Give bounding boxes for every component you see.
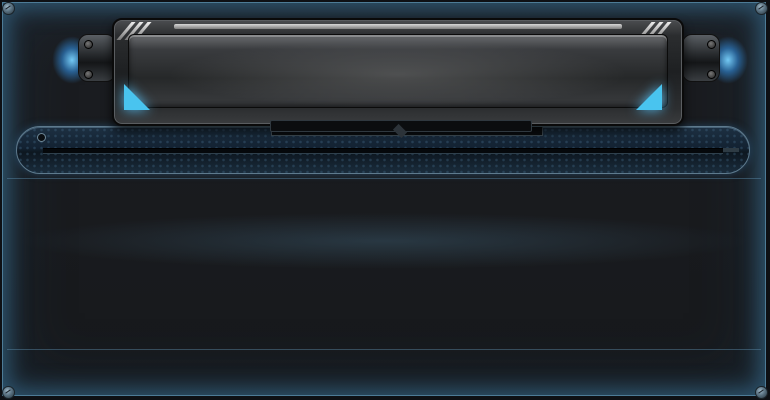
rail-bolt-icon [37,133,46,142]
blue-triangle-left-icon [124,84,150,110]
rivet-icon [755,386,768,399]
title-capsule [112,18,684,126]
capsule-highlight-bar [174,24,622,29]
capsule-end-cap-right [682,34,720,82]
capsule-screen [128,34,668,108]
rivet-icon [2,2,15,15]
footer-area [8,350,762,386]
top-section-divider [7,178,761,179]
content-area [8,180,762,345]
screw-icon [707,40,716,49]
blue-triangle-right-icon [636,84,662,110]
rivet-icon [755,2,768,15]
header-rail [16,126,750,174]
screw-icon [84,40,93,49]
screw-icon [84,70,93,79]
screw-icon [707,70,716,79]
rivet-icon [2,386,15,399]
capsule-end-cap-left [78,34,116,82]
rail-groove [43,148,723,154]
rail-end-tab [723,148,739,152]
